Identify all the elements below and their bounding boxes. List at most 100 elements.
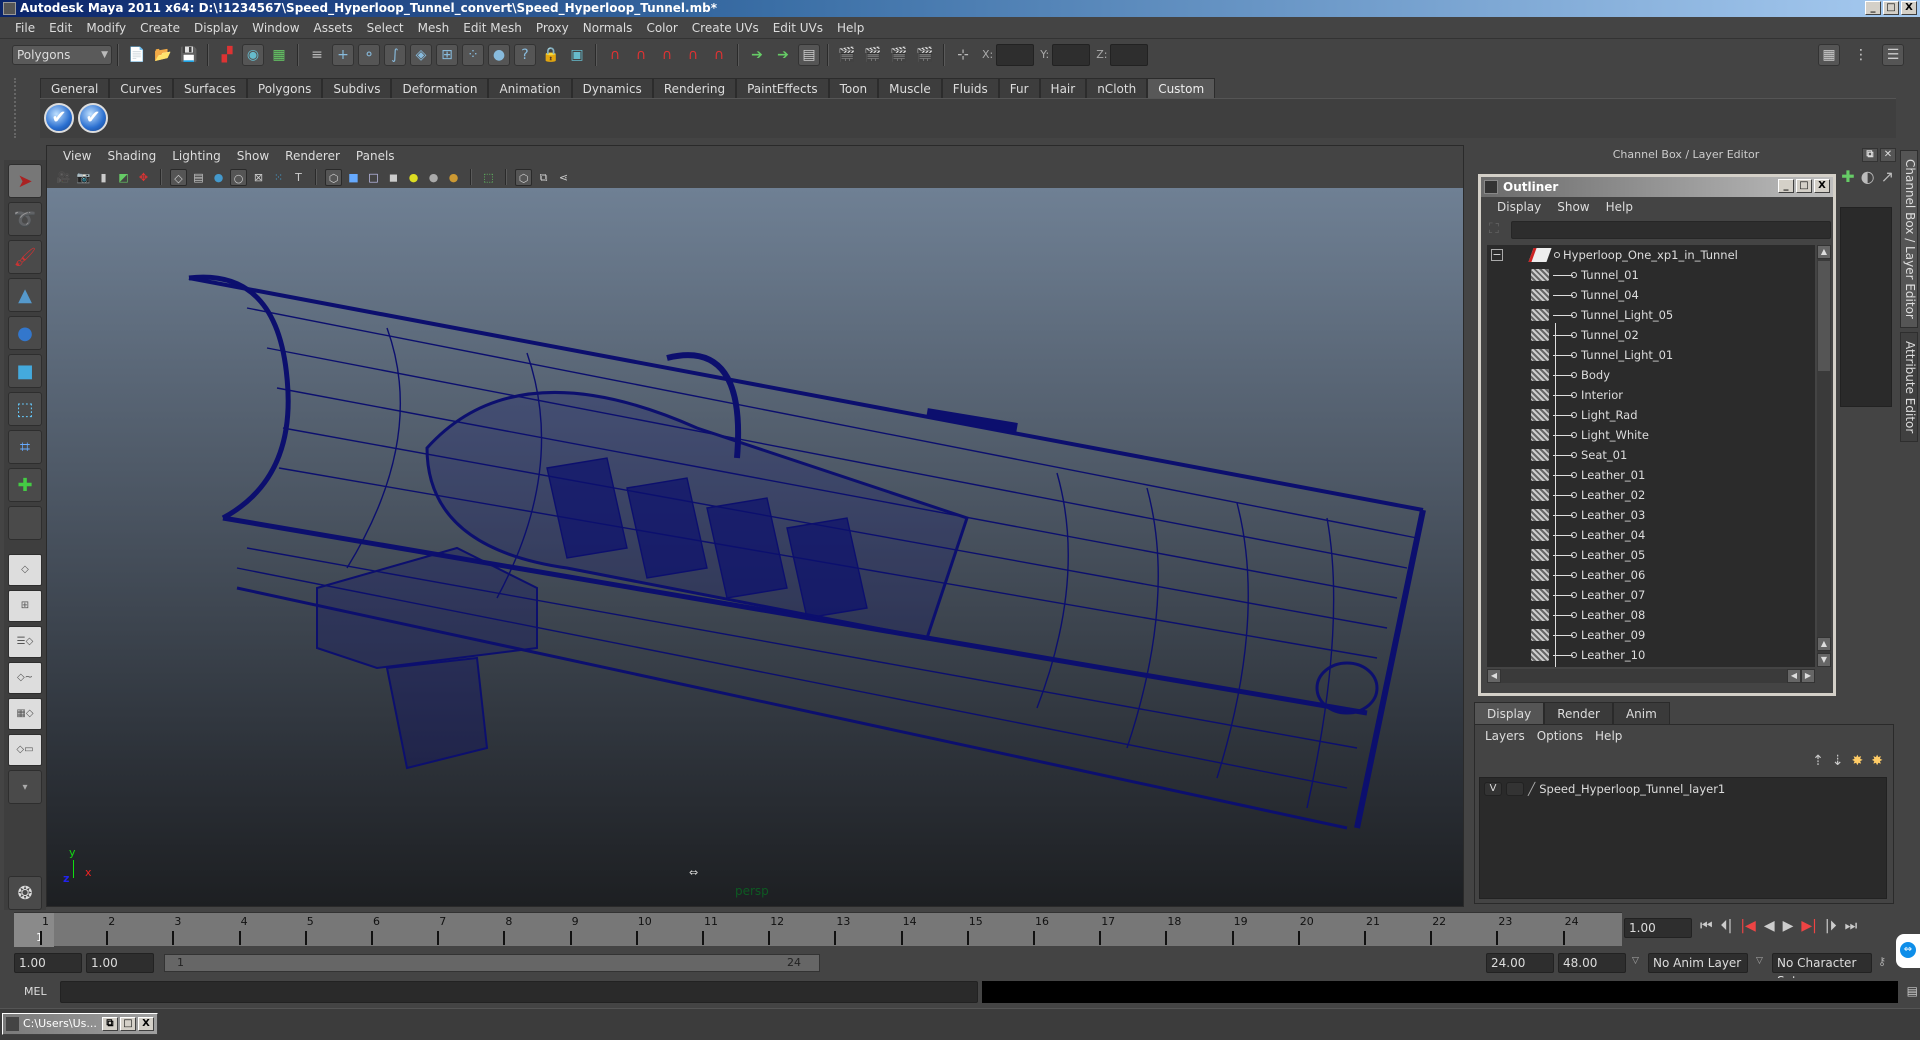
scroll-thumb[interactable]	[1818, 261, 1830, 371]
layer-menu-help[interactable]: Help	[1591, 729, 1630, 743]
hypershade-persp-layout-icon[interactable]: ▦◇	[8, 698, 42, 730]
outliner-item[interactable]: Seat_01	[1487, 445, 1815, 465]
outliner-item[interactable]: Light_Rad	[1487, 405, 1815, 425]
side-tab-attribute-editor[interactable]: Attribute Editor	[1900, 331, 1918, 443]
viewport-menu-renderer[interactable]: Renderer	[277, 149, 348, 163]
render-settings-icon[interactable]: 🎬	[914, 44, 936, 66]
shelf-checkmark-button-2[interactable]: ✔	[78, 103, 108, 133]
go-to-end-icon[interactable]: ⏭	[1845, 918, 1858, 934]
two-d-pan-zoom-icon[interactable]: ✥	[135, 169, 152, 186]
outliner-item[interactable]: Leather_04	[1487, 525, 1815, 545]
script-editor-icon[interactable]: ▤	[1907, 984, 1918, 998]
anim-layer-dropdown[interactable]: No Anim Layer	[1648, 953, 1748, 973]
channel-box-toggle-icon[interactable]: ☰	[1882, 44, 1904, 66]
shadows-icon[interactable]: ●	[425, 169, 442, 186]
menu-edit-uvs[interactable]: Edit UVs	[766, 21, 830, 35]
menu-proxy[interactable]: Proxy	[529, 21, 576, 35]
safe-title-icon[interactable]: T	[290, 169, 307, 186]
isolate-select-icon[interactable]: ⬚	[480, 169, 497, 186]
minimized-window-item[interactable]: C:\Users\Us... ⧉ □ X	[2, 1013, 158, 1035]
play-backwards-icon[interactable]: ◀	[1764, 918, 1775, 934]
layer-visibility-toggle[interactable]: V	[1484, 782, 1502, 796]
snap-grid-icon[interactable]: ∩	[604, 44, 626, 66]
xray-joints-icon[interactable]: ⧉	[535, 169, 552, 186]
restore-button[interactable]: ⧉	[102, 1017, 118, 1031]
playback-end-field[interactable]: 24.00	[1486, 953, 1554, 973]
pointer-icon[interactable]: ↗	[1881, 167, 1894, 186]
gate-mask-icon[interactable]: ○	[230, 168, 247, 186]
side-tab-channel-box[interactable]: Channel Box / Layer Editor	[1900, 150, 1918, 328]
input-ops-icon[interactable]: ➔	[746, 44, 768, 66]
layer-menu-layers[interactable]: Layers	[1481, 729, 1533, 743]
outliner-item[interactable]: Tunnel_01	[1487, 265, 1815, 285]
field-chart-icon[interactable]: ⊠	[250, 169, 267, 186]
maximize-button[interactable]: □	[120, 1017, 136, 1031]
shelf-tab-general[interactable]: General	[40, 78, 110, 98]
animation-start-field[interactable]: 1.00	[14, 953, 82, 973]
menu-window[interactable]: Window	[245, 21, 306, 35]
film-gate-icon[interactable]: ▤	[190, 169, 207, 186]
outliner-item[interactable]: Tunnel_04	[1487, 285, 1815, 305]
go-to-start-icon[interactable]: ⏮	[1700, 918, 1713, 934]
viewport-scene[interactable]: y z x persp ⇔	[47, 188, 1463, 906]
use-all-lights-icon[interactable]: ●	[405, 169, 422, 186]
minimize-button[interactable]: _	[1865, 1, 1881, 15]
menu-display[interactable]: Display	[187, 21, 245, 35]
create-empty-layer-icon[interactable]: ✸	[1852, 753, 1864, 769]
scroll-left-icon[interactable]: ◀	[1487, 669, 1501, 683]
history-icon[interactable]: ▤	[798, 43, 820, 66]
render-view-icon[interactable]: 🎬	[836, 44, 858, 66]
xray-components-icon[interactable]: ⋖	[555, 169, 572, 186]
outliner-item[interactable]: Leather_06	[1487, 565, 1815, 585]
persp-graph-hypergraph-layout-icon[interactable]: ◇▭	[8, 734, 42, 766]
single-perspective-layout-icon[interactable]: ◇	[8, 554, 42, 586]
step-back-frame-icon[interactable]: ⏴|	[1721, 918, 1733, 934]
point-mask-icon[interactable]: ⁘	[462, 43, 484, 66]
outliner-item[interactable]: Tunnel_Light_05	[1487, 305, 1815, 325]
menu-normals[interactable]: Normals	[576, 21, 640, 35]
menu-edit[interactable]: Edit	[42, 21, 79, 35]
shelf-tab-custom[interactable]: Custom	[1147, 78, 1216, 98]
menu-assets[interactable]: Assets	[307, 21, 360, 35]
outliner-item[interactable]: Leather_08	[1487, 605, 1815, 625]
outliner-vertical-scrollbar[interactable]: ▲ ▲ ▼	[1817, 245, 1831, 667]
outliner-item[interactable]: Tunnel_02	[1487, 325, 1815, 345]
dock-float-button[interactable]: ⧉	[1862, 148, 1878, 162]
shelf-tab-animation[interactable]: Animation	[488, 78, 572, 98]
chevron-down-icon[interactable]: ▽	[1756, 956, 1763, 966]
outliner-item[interactable]: Leather_02	[1487, 485, 1815, 505]
shelf-tab-subdivs[interactable]: Subdivs	[322, 78, 392, 98]
select-tool-icon[interactable]: ➤	[8, 164, 42, 198]
chevron-down-icon[interactable]: ▽	[1632, 956, 1639, 966]
playback-start-field[interactable]: 1.00	[86, 953, 154, 973]
auto-key-icon[interactable]: ⚷	[1878, 955, 1886, 968]
snap-point-icon[interactable]: ∩	[656, 44, 678, 66]
output-ops-icon[interactable]: ➔	[772, 44, 794, 66]
select-component-icon[interactable]: ▦	[268, 44, 290, 66]
persp-graph-layout-icon[interactable]: ◇~	[8, 662, 42, 694]
scroll-up-icon[interactable]: ▲	[1817, 637, 1831, 651]
menu-create[interactable]: Create	[133, 21, 187, 35]
shelf-checkmark-button-1[interactable]: ✔	[44, 103, 74, 133]
mel-command-input[interactable]	[60, 981, 978, 1003]
menu-set-dropdown[interactable]: Polygons ▼	[12, 44, 112, 65]
scale-tool-icon[interactable]: ■	[8, 354, 42, 388]
layer-tab-render[interactable]: Render	[1544, 702, 1613, 724]
xray-icon[interactable]: ⬡	[515, 168, 532, 186]
move-layer-up-icon[interactable]: ⇡	[1812, 753, 1824, 769]
camera-attributes-icon[interactable]: 📷	[75, 169, 92, 186]
layer-type-toggle[interactable]	[1506, 782, 1524, 796]
shelf-tab-ncloth[interactable]: nCloth	[1086, 78, 1148, 98]
snap-live-icon[interactable]: ∩	[708, 44, 730, 66]
shelf-tab-rendering[interactable]: Rendering	[652, 78, 737, 98]
highlight-selection-icon[interactable]: ▣	[566, 44, 588, 66]
smooth-shade-icon[interactable]: ■	[345, 169, 362, 186]
vertex-mask-icon[interactable]: +	[332, 43, 354, 66]
layer-row[interactable]: V ╱ Speed_Hyperloop_Tunnel_layer1	[1480, 778, 1886, 800]
outliner-item[interactable]: Leather_01	[1487, 465, 1815, 485]
tool-settings-toggle-icon[interactable]: ⋮	[1850, 44, 1872, 66]
collapse-icon[interactable]: −	[1491, 249, 1503, 261]
layer-tab-display[interactable]: Display	[1474, 702, 1545, 724]
teamviewer-panel[interactable]: ⇔	[1896, 934, 1920, 968]
current-time-field[interactable]: 1.00	[1624, 918, 1692, 938]
